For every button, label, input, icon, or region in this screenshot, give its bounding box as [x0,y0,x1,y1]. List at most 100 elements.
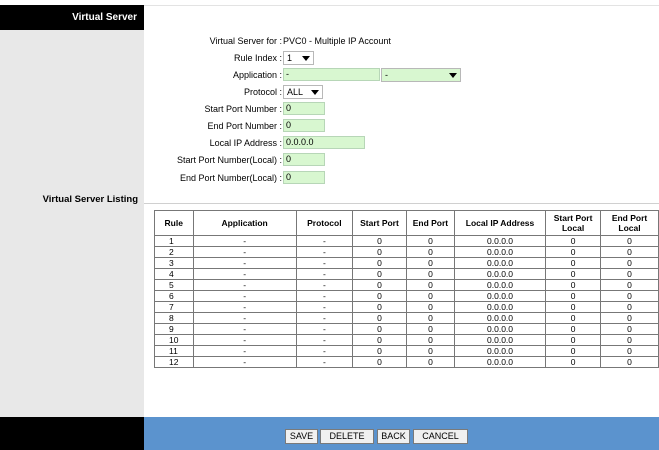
cell-application: - [192,312,297,324]
cell-local-ip: 0.0.0.0 [453,345,547,357]
cell-start-port: 0 [352,356,407,368]
cell-rule: 10 [154,334,194,346]
table-row: 7- -0 0 0.0.0.0 0 0 [154,301,659,313]
table-row: 2- -0 0 0.0.0.0 0 0 [154,246,659,258]
cell-start-port-local: 0 [545,246,602,258]
header-rule: Rule [154,210,194,236]
cell-start-port-local: 0 [545,290,602,302]
cell-rule: 11 [154,345,194,357]
cell-end-port: 0 [405,334,455,346]
cell-application: - [192,301,297,313]
cell-start-port-local: 0 [545,257,602,269]
table-row: 10- -0 0 0.0.0.0 0 0 [154,334,659,346]
end-port-input[interactable]: 0 [283,119,325,132]
cell-local-ip: 0.0.0.0 [453,290,547,302]
application-label: Application : [232,70,282,80]
cell-application: - [192,246,297,258]
cell-protocol: - [295,312,354,324]
table-row: 8- -0 0 0.0.0.0 0 0 [154,312,659,324]
cell-rule: 6 [154,290,194,302]
rule-index-select[interactable]: 1 [283,51,314,65]
cell-end-port: 0 [405,257,455,269]
page-title: Virtual Server [0,5,144,30]
cell-end-port: 0 [405,323,455,335]
cell-rule: 5 [154,279,194,291]
cell-start-port-local: 0 [545,235,602,247]
cell-protocol: - [295,268,354,280]
protocol-label: Protocol : [243,87,282,97]
cancel-button[interactable]: CANCEL [413,429,468,444]
cell-local-ip: 0.0.0.0 [453,268,547,280]
cell-application: - [192,290,297,302]
cell-start-port: 0 [352,345,407,357]
cell-start-port-local: 0 [545,323,602,335]
application-select[interactable]: - [381,68,461,82]
cell-end-port-local: 0 [600,334,659,346]
cell-rule: 7 [154,301,194,313]
cell-protocol: - [295,334,354,346]
cell-start-port-local: 0 [545,301,602,313]
table-row: 5- -0 0 0.0.0.0 0 0 [154,279,659,291]
delete-button[interactable]: DELETE [320,429,374,444]
cell-end-port-local: 0 [600,356,659,368]
save-button[interactable]: SAVE [285,429,318,444]
back-button[interactable]: BACK [377,429,410,444]
local-ip-input[interactable]: 0.0.0.0 [283,136,365,149]
application-select-value: - [385,70,388,80]
start-port-input[interactable]: 0 [283,102,325,115]
cell-protocol: - [295,279,354,291]
end-port-local-row: End Port Number(Local) : 0 [144,170,659,186]
cell-start-port: 0 [352,257,407,269]
application-row: Application : - - [144,67,659,83]
protocol-value: ALL [287,87,304,97]
cell-start-port: 0 [352,268,407,280]
cell-rule: 4 [154,268,194,280]
cell-application: - [192,345,297,357]
header-start-port-local: Start Port Local [545,210,602,236]
start-port-local-label: Start Port Number(Local) : [176,155,282,165]
cell-start-port: 0 [352,312,407,324]
cell-end-port-local: 0 [600,301,659,313]
cell-end-port: 0 [405,345,455,357]
cell-local-ip: 0.0.0.0 [453,257,547,269]
cell-start-port: 0 [352,235,407,247]
cell-local-ip: 0.0.0.0 [453,279,547,291]
end-port-local-input[interactable]: 0 [283,171,325,184]
chevron-down-icon [302,56,310,61]
table-row: 1- -0 0 0.0.0.0 0 0 [154,235,659,247]
cell-local-ip: 0.0.0.0 [453,334,547,346]
rule-index-value: 1 [287,53,293,63]
cell-end-port: 0 [405,246,455,258]
application-input[interactable]: - [283,68,380,81]
table-row: 9- -0 0 0.0.0.0 0 0 [154,323,659,335]
cell-protocol: - [295,257,354,269]
header-protocol: Protocol [295,210,354,236]
cell-start-port-local: 0 [545,356,602,368]
protocol-select[interactable]: ALL [283,85,323,99]
cell-start-port: 0 [352,246,407,258]
listing-title: Virtual Server Listing [42,194,138,205]
table-row: 4- -0 0 0.0.0.0 0 0 [154,268,659,280]
cell-protocol: - [295,323,354,335]
cell-end-port: 0 [405,301,455,313]
cell-end-port-local: 0 [600,246,659,258]
cell-end-port-local: 0 [600,257,659,269]
cell-local-ip: 0.0.0.0 [453,301,547,313]
cell-start-port-local: 0 [545,345,602,357]
cell-application: - [192,268,297,280]
cell-start-port-local: 0 [545,268,602,280]
cell-start-port: 0 [352,334,407,346]
cell-protocol: - [295,301,354,313]
cell-end-port-local: 0 [600,312,659,324]
cell-local-ip: 0.0.0.0 [453,235,547,247]
cell-rule: 1 [154,235,194,247]
cell-end-port-local: 0 [600,235,659,247]
cell-application: - [192,235,297,247]
header-local-ip: Local IP Address [453,210,547,236]
start-port-local-input[interactable]: 0 [283,153,325,166]
cell-rule: 2 [154,246,194,258]
cell-start-port: 0 [352,279,407,291]
cell-local-ip: 0.0.0.0 [453,323,547,335]
cell-start-port: 0 [352,290,407,302]
protocol-row: Protocol : ALL [144,84,659,100]
